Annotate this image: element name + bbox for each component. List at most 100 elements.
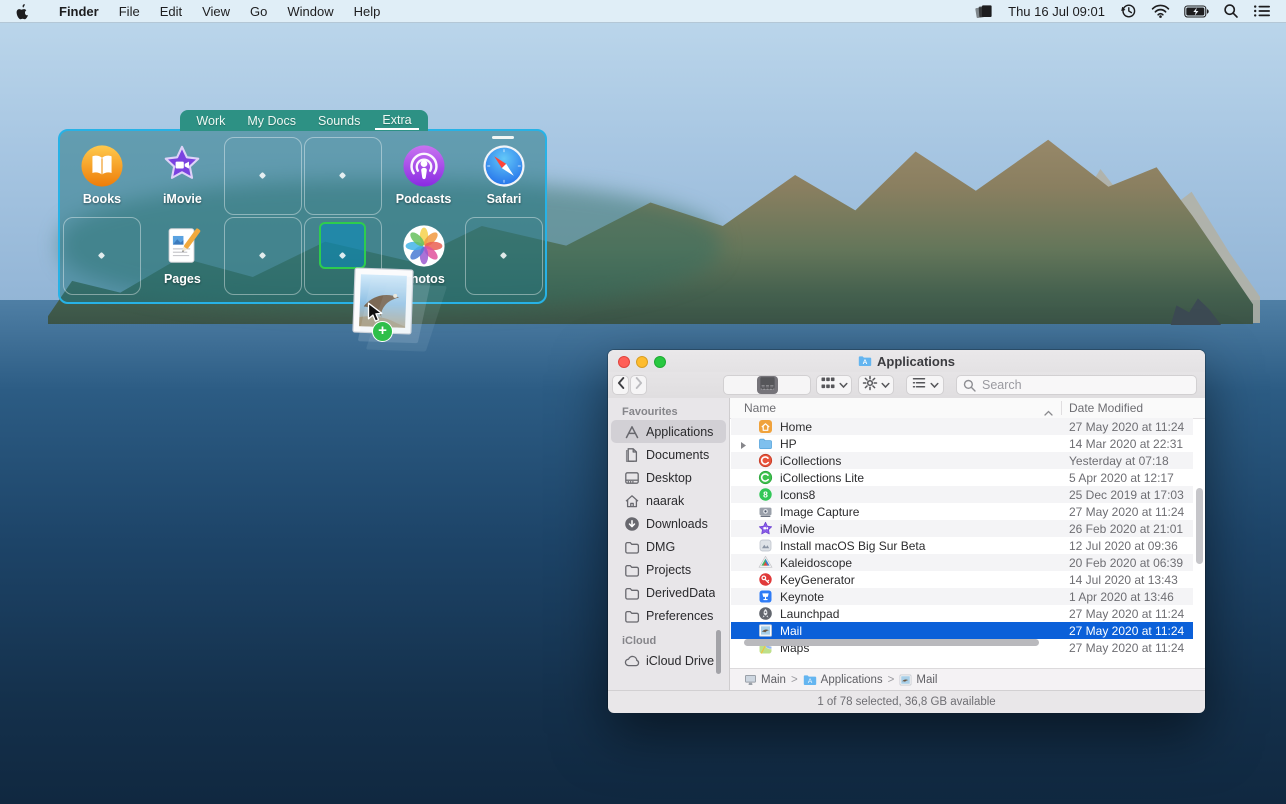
file-row-icons8[interactable]: 8Icons825 Dec 2019 at 17:03 bbox=[731, 486, 1193, 503]
horizontal-scrollbar[interactable] bbox=[744, 639, 1039, 646]
sidebar-item-deriveddata[interactable]: DerivedData bbox=[608, 581, 729, 604]
stacked-windows-icon[interactable] bbox=[972, 4, 996, 19]
sidebar-item-downloads[interactable]: Downloads bbox=[608, 512, 729, 535]
battery-charging-icon[interactable] bbox=[1181, 5, 1212, 18]
image-capture-icon bbox=[758, 504, 773, 519]
column-header-date[interactable]: Date Modified bbox=[1069, 401, 1143, 415]
vertical-scrollbar[interactable] bbox=[1196, 488, 1203, 564]
empty-slot-dot bbox=[339, 172, 346, 179]
keynote-icon bbox=[758, 589, 773, 604]
spotlight-icon[interactable] bbox=[1220, 3, 1242, 19]
folder-icon bbox=[624, 562, 640, 578]
file-row-launchpad[interactable]: Launchpad27 May 2020 at 11:24 bbox=[731, 605, 1193, 622]
file-date-modified: 25 Dec 2019 at 17:03 bbox=[1069, 488, 1184, 502]
group-by-button[interactable] bbox=[816, 375, 852, 395]
menu-file[interactable]: File bbox=[109, 4, 150, 19]
icollections-lite-icon bbox=[758, 470, 773, 485]
sidebar-scrollbar[interactable] bbox=[716, 630, 721, 674]
action-menu-button[interactable] bbox=[858, 375, 894, 395]
gallery-view-button[interactable] bbox=[757, 376, 778, 394]
wifi-icon[interactable] bbox=[1148, 4, 1173, 18]
chevron-down-icon bbox=[881, 376, 890, 394]
finder-window: A Applications FavouritesApplicationsDoc… bbox=[608, 350, 1205, 712]
safari-icon bbox=[482, 144, 526, 188]
sidebar-item-preferences[interactable]: Preferences bbox=[608, 604, 729, 627]
sidebar-item-icloud-drive[interactable]: iCloud Drive bbox=[608, 649, 729, 672]
file-date-modified: 27 May 2020 at 11:24 bbox=[1069, 607, 1184, 621]
file-date-modified: 14 Mar 2020 at 22:31 bbox=[1069, 437, 1183, 451]
menu-finder[interactable]: Finder bbox=[49, 4, 109, 19]
file-row-install-macos-big-sur-beta[interactable]: Install macOS Big Sur Beta12 Jul 2020 at… bbox=[731, 537, 1193, 554]
sidebar-item-dmg[interactable]: DMG bbox=[608, 535, 729, 558]
file-row-icollections[interactable]: iCollectionsYesterday at 07:18 bbox=[731, 452, 1193, 469]
panel-tab-work[interactable]: Work bbox=[189, 112, 232, 129]
file-row-icollections-lite[interactable]: iCollections Lite5 Apr 2020 at 12:17 bbox=[731, 469, 1193, 486]
gear-icon bbox=[862, 375, 878, 396]
menu-clock[interactable]: Thu 16 Jul 09:01 bbox=[1004, 4, 1109, 19]
panel-tab-my-docs[interactable]: My Docs bbox=[240, 112, 303, 129]
file-row-hp[interactable]: HP14 Mar 2020 at 22:31 bbox=[731, 435, 1193, 452]
file-date-modified: 27 May 2020 at 11:24 bbox=[1069, 641, 1184, 655]
file-row-keygenerator[interactable]: KeyGenerator14 Jul 2020 at 13:43 bbox=[731, 571, 1193, 588]
file-date-modified: Yesterday at 07:18 bbox=[1069, 454, 1169, 468]
view-options-button[interactable] bbox=[906, 375, 944, 395]
sidebar-item-documents[interactable]: Documents bbox=[608, 443, 729, 466]
title-bar[interactable]: A Applications bbox=[608, 350, 1205, 372]
column-header-name[interactable]: Name bbox=[744, 401, 776, 415]
sidebar-item-label: Applications bbox=[646, 425, 713, 439]
panel-tab-extra[interactable]: Extra bbox=[375, 111, 418, 130]
panel-item-safari[interactable]: Safari bbox=[465, 137, 543, 215]
menu-go[interactable]: Go bbox=[240, 4, 277, 19]
sort-caret-icon bbox=[1044, 405, 1053, 419]
search-field[interactable] bbox=[956, 375, 1197, 395]
sidebar-item-label: Desktop bbox=[646, 471, 692, 485]
menu-help[interactable]: Help bbox=[344, 4, 391, 19]
sidebar-item-projects[interactable]: Projects bbox=[608, 558, 729, 581]
panel-item-podcasts[interactable]: Podcasts bbox=[385, 137, 463, 215]
path-item-main[interactable]: Main bbox=[744, 674, 786, 686]
empty-slot-dot bbox=[98, 252, 105, 259]
file-row-keynote[interactable]: Keynote1 Apr 2020 at 13:46 bbox=[731, 588, 1193, 605]
back-button[interactable] bbox=[612, 375, 629, 395]
view-switcher bbox=[723, 375, 811, 395]
menu-edit[interactable]: Edit bbox=[150, 4, 192, 19]
search-input[interactable] bbox=[980, 377, 1190, 393]
menu-bar: FinderFileEditViewGoWindowHelp Thu 16 Ju… bbox=[0, 0, 1286, 23]
panel-item-imovie[interactable]: iMovie bbox=[143, 137, 221, 215]
forward-button[interactable] bbox=[630, 375, 647, 395]
file-row-kaleidoscope[interactable]: Kaleidoscope20 Feb 2020 at 06:39 bbox=[731, 554, 1193, 571]
sidebar-item-label: naarak bbox=[646, 494, 684, 508]
sidebar-item-naarak[interactable]: naarak bbox=[608, 489, 729, 512]
panel-item-pages[interactable]: Pages bbox=[143, 217, 221, 295]
path-separator: > bbox=[791, 674, 798, 686]
pages-icon bbox=[160, 224, 204, 268]
applications-icon bbox=[624, 424, 640, 440]
file-name: Image Capture bbox=[780, 505, 859, 519]
path-item-applications[interactable]: AApplications bbox=[803, 674, 883, 686]
panel-empty-slot[interactable] bbox=[304, 137, 382, 215]
list-header[interactable]: Name Date Modified bbox=[730, 398, 1205, 419]
panel-tab-sounds[interactable]: Sounds bbox=[311, 112, 367, 129]
apple-menu-icon[interactable] bbox=[16, 3, 31, 20]
panel-empty-slot[interactable] bbox=[224, 137, 302, 215]
disclosure-triangle-icon[interactable] bbox=[740, 439, 747, 453]
panel-empty-slot[interactable] bbox=[224, 217, 302, 295]
sidebar-item-desktop[interactable]: Desktop bbox=[608, 466, 729, 489]
path-item-mail[interactable]: Mail bbox=[899, 674, 937, 686]
time-machine-icon[interactable] bbox=[1117, 3, 1140, 19]
menu-status: Thu 16 Jul 09:01 bbox=[972, 3, 1286, 19]
file-row-home[interactable]: Home27 May 2020 at 11:24 bbox=[731, 418, 1193, 435]
window-title-wrap: A Applications bbox=[608, 350, 1205, 372]
file-row-mail[interactable]: Mail27 May 2020 at 11:24 bbox=[731, 622, 1193, 639]
file-row-imovie[interactable]: iMovie26 Feb 2020 at 21:01 bbox=[731, 520, 1193, 537]
list-view-icon[interactable] bbox=[1250, 4, 1274, 18]
panel-item-books[interactable]: Books bbox=[63, 137, 141, 215]
column-divider[interactable] bbox=[1061, 401, 1062, 415]
panel-item-label: Safari bbox=[487, 192, 522, 206]
panel-empty-slot[interactable] bbox=[63, 217, 141, 295]
file-row-image-capture[interactable]: Image Capture27 May 2020 at 11:24 bbox=[731, 503, 1193, 520]
menu-view[interactable]: View bbox=[192, 4, 240, 19]
menu-window[interactable]: Window bbox=[277, 4, 343, 19]
sidebar-item-applications[interactable]: Applications bbox=[611, 420, 726, 443]
panel-empty-slot[interactable] bbox=[465, 217, 543, 295]
